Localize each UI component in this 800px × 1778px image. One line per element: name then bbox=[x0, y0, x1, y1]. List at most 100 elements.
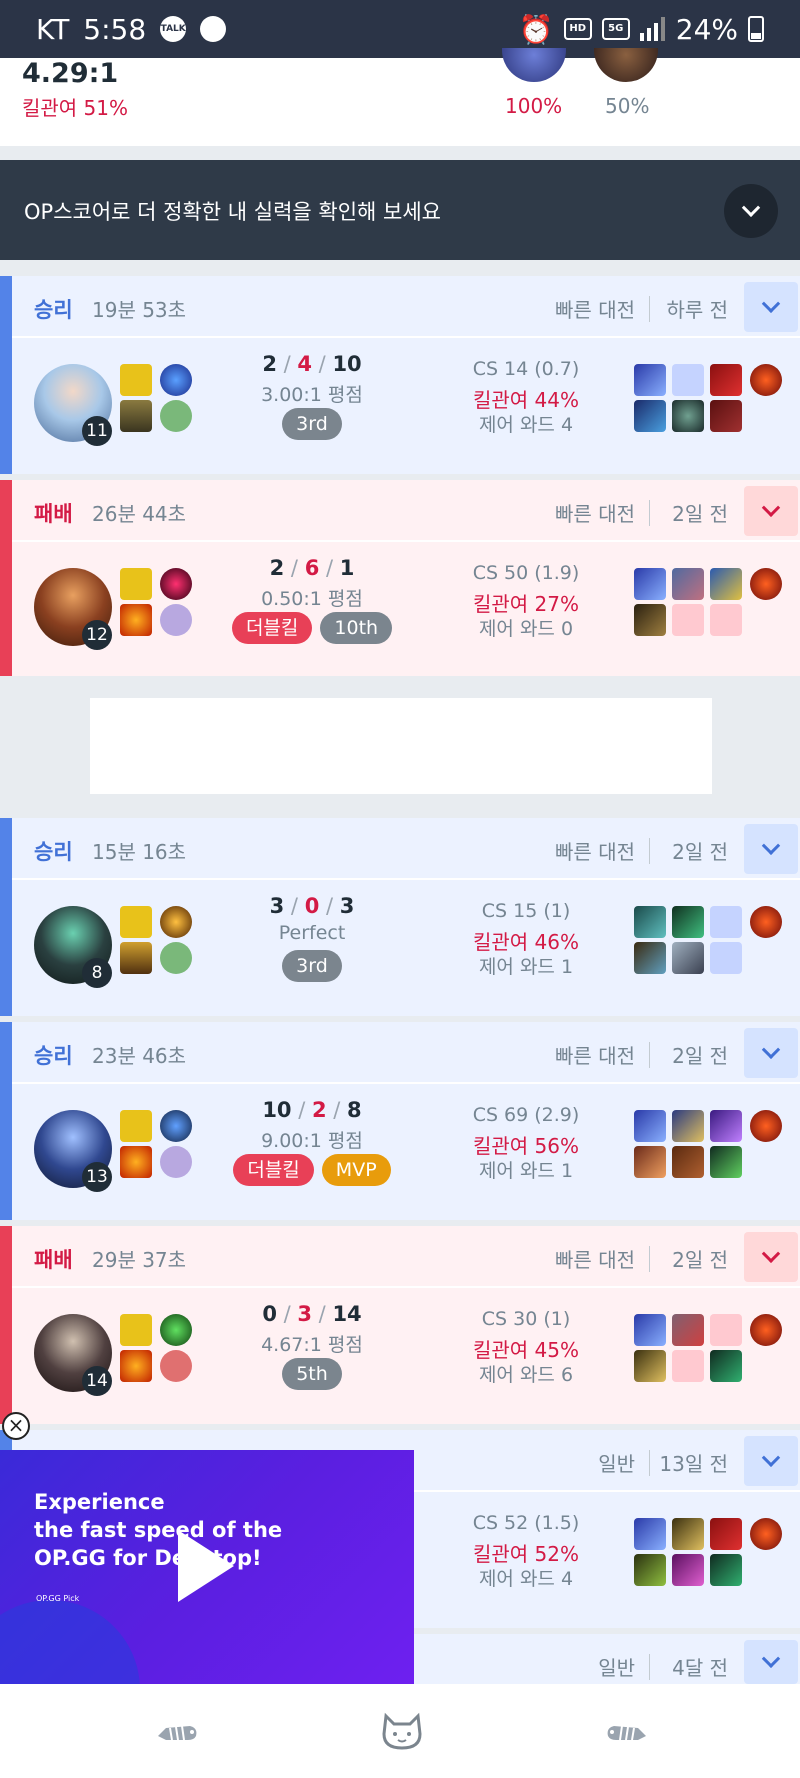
badge-row: 더블킬 10th bbox=[192, 612, 432, 644]
ad-banner[interactable] bbox=[90, 698, 712, 794]
empty-item-slot bbox=[672, 604, 704, 636]
stats-summary: 4.29:1 킬관여 51% 100% 50% bbox=[0, 48, 800, 146]
expand-match-button[interactable] bbox=[744, 824, 798, 874]
keystone-rune-icon bbox=[160, 568, 192, 600]
expand-button[interactable] bbox=[724, 184, 778, 238]
recent-champion-avatar[interactable] bbox=[502, 48, 566, 82]
cs-stat: CS 14 (0.7) bbox=[472, 358, 580, 380]
match-body: 8 3 / 0 / 3 Perfect 3rd CS 15 (1) 킬관여 46… bbox=[12, 880, 800, 1016]
time-label: 5:58 bbox=[83, 12, 147, 46]
kda-ratio: Perfect bbox=[278, 922, 346, 944]
expand-match-button[interactable] bbox=[744, 1028, 798, 1078]
time-ago: 4달 전 bbox=[672, 1656, 728, 1680]
badge-row: 더블킬 MVP bbox=[192, 1154, 432, 1186]
match-body: 11 2 / 4 / 10 3.00:1 평점 3rd CS 14 (0.7) … bbox=[12, 338, 800, 474]
queue-type: 빠른 대전 bbox=[555, 840, 635, 864]
deaths: 2 bbox=[311, 1098, 327, 1122]
chevron-down-icon bbox=[761, 1040, 781, 1059]
deaths: 4 bbox=[297, 352, 312, 376]
item-icon bbox=[672, 1518, 704, 1550]
expand-match-button[interactable] bbox=[744, 282, 798, 332]
expand-match-button[interactable] bbox=[744, 1640, 798, 1684]
match-card[interactable]: 승리 15분 16초 빠른 대전 2일 전 8 3 / 0 / 3 Perfec… bbox=[0, 818, 800, 1016]
item-icon bbox=[710, 400, 742, 432]
play-icon[interactable] bbox=[178, 1530, 234, 1602]
fish-bone-icon[interactable] bbox=[154, 1710, 202, 1750]
kda-score: 3 / 0 / 3 bbox=[269, 894, 355, 918]
match-card[interactable]: 승리 23분 46초 빠른 대전 2일 전 13 10 / 2 / 8 9.00… bbox=[0, 1022, 800, 1220]
item-icon bbox=[634, 1554, 666, 1586]
control-ward: 제어 와드 4 bbox=[478, 1568, 574, 1590]
divider bbox=[649, 296, 650, 322]
fish-bone-icon[interactable] bbox=[602, 1710, 650, 1750]
expand-match-button[interactable] bbox=[744, 486, 798, 536]
cloud-icon bbox=[200, 16, 227, 42]
battery-icon bbox=[748, 16, 764, 42]
match-result: 패배 bbox=[34, 1248, 73, 1272]
time-ago: 13일 전 bbox=[659, 1452, 728, 1476]
recent-champion-winrate: 100% bbox=[505, 94, 563, 118]
cs-stat: CS 50 (1.9) bbox=[472, 562, 580, 584]
match-card[interactable]: 패배 26분 44초 빠른 대전 2일 전 12 2 / 6 / 1 0.50:… bbox=[0, 480, 800, 678]
alarm-icon: ⏰ bbox=[518, 12, 554, 46]
result-bar bbox=[0, 1022, 12, 1220]
expand-match-button[interactable] bbox=[744, 1232, 798, 1282]
op-score-banner[interactable]: OP스코어로 더 정확한 내 실력을 확인해 보세요 bbox=[0, 160, 800, 260]
badge-row: 5th bbox=[192, 1358, 432, 1390]
multikill-badge: 더블킬 bbox=[231, 612, 313, 644]
flash-spell-icon bbox=[120, 568, 152, 600]
rank-badge: 5th bbox=[282, 1358, 342, 1390]
chevron-down-icon bbox=[761, 498, 781, 517]
match-header: 승리 23분 46초 빠른 대전 2일 전 bbox=[12, 1022, 800, 1084]
item-icon bbox=[634, 604, 666, 636]
item-icon bbox=[710, 568, 742, 600]
assists: 3 bbox=[339, 894, 355, 918]
rank-badge: 10th bbox=[320, 612, 393, 644]
video-ad[interactable]: Experience the fast speed of the OP.GG f… bbox=[0, 1450, 414, 1684]
chevron-down-icon bbox=[761, 836, 781, 855]
kda-score: 2 / 4 / 10 bbox=[262, 352, 362, 376]
recent-champion-avatar[interactable] bbox=[594, 48, 658, 82]
match-header: 승리 19분 53초 빠른 대전 하루 전 bbox=[12, 276, 800, 338]
close-ad-button[interactable]: × bbox=[2, 1412, 30, 1440]
divider bbox=[649, 1246, 650, 1272]
match-duration: 19분 53초 bbox=[92, 298, 187, 322]
cs-stat: CS 15 (1) bbox=[481, 900, 571, 922]
expand-match-button[interactable] bbox=[744, 1436, 798, 1486]
champion-level: 12 bbox=[82, 620, 112, 650]
match-header: 패배 26분 44초 빠른 대전 2일 전 bbox=[12, 480, 800, 542]
keystone-rune-icon bbox=[160, 906, 192, 938]
divider bbox=[649, 500, 650, 526]
badge-row: 3rd bbox=[192, 408, 432, 440]
trinket-icon bbox=[750, 568, 782, 600]
flash-spell-icon bbox=[120, 364, 152, 396]
chevron-down-icon bbox=[761, 1649, 781, 1668]
bottom-nav bbox=[0, 1684, 800, 1778]
kill-participation: 킬관여 52% bbox=[472, 1542, 579, 1566]
time-ago: 2일 전 bbox=[672, 502, 728, 526]
match-duration: 15분 16초 bbox=[92, 840, 187, 864]
trinket-icon bbox=[750, 1314, 782, 1346]
kda-score: 10 / 2 / 8 bbox=[262, 1098, 362, 1122]
secondary-rune-icon bbox=[160, 942, 192, 974]
champion-level: 8 bbox=[82, 958, 112, 988]
talk-icon: TALK bbox=[160, 16, 187, 42]
op-score-banner-text: OP스코어로 더 정확한 내 실력을 확인해 보세요 bbox=[24, 200, 442, 224]
chevron-down-icon bbox=[761, 1244, 781, 1263]
flash-spell-icon bbox=[120, 1110, 152, 1142]
control-ward: 제어 와드 6 bbox=[478, 1364, 574, 1386]
match-header: 승리 15분 16초 빠른 대전 2일 전 bbox=[12, 818, 800, 880]
item-icon bbox=[672, 942, 704, 974]
deaths: 0 bbox=[304, 894, 320, 918]
cat-icon[interactable] bbox=[378, 1710, 426, 1750]
rank-badge: 3rd bbox=[282, 950, 342, 982]
match-card[interactable]: 승리 19분 53초 빠른 대전 하루 전 11 2 / 4 / 10 3.00… bbox=[0, 276, 800, 474]
deaths: 3 bbox=[297, 1302, 312, 1326]
match-card[interactable]: 패배 29분 37초 빠른 대전 2일 전 14 0 / 3 / 14 4.67… bbox=[0, 1226, 800, 1424]
control-ward: 제어 와드 1 bbox=[478, 956, 574, 978]
flash-spell-icon bbox=[120, 1314, 152, 1346]
champion-level: 14 bbox=[82, 1366, 112, 1396]
item-icon bbox=[634, 1350, 666, 1382]
ad-slot bbox=[0, 676, 800, 802]
item-icon bbox=[710, 364, 742, 396]
